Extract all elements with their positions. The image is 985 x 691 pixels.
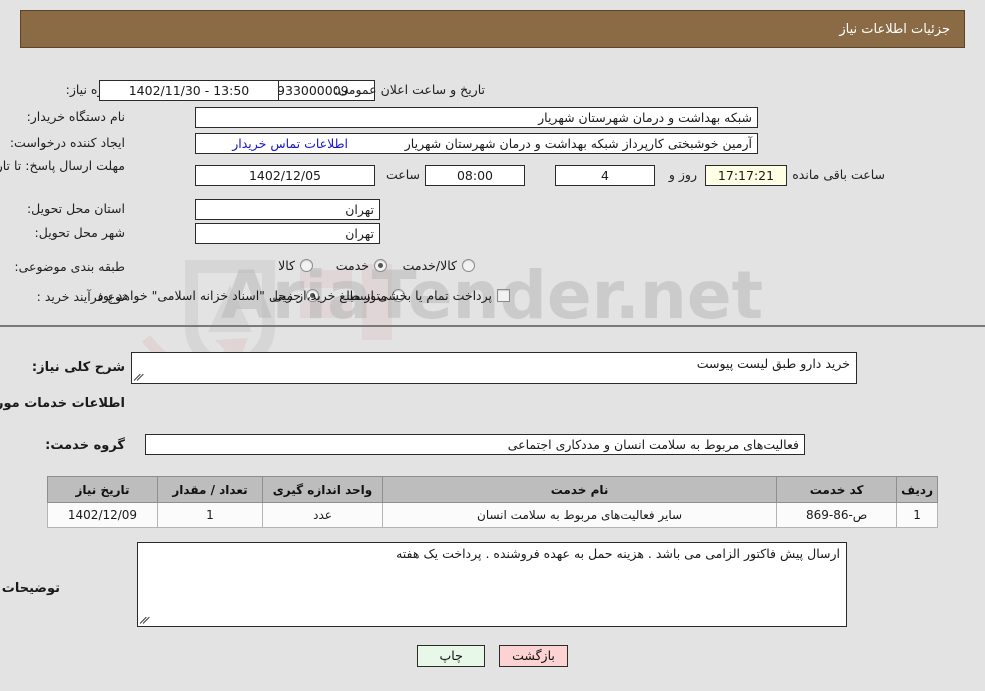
- remaining-days-value: 4: [555, 165, 655, 186]
- treasury-checkbox-label: پرداخت تمام یا بخشی از مبلغ خرید،از محل …: [93, 288, 492, 303]
- remaining-time-countdown: 17:17:21: [705, 165, 787, 186]
- buyer-notes-label: توضیحات خریدار:: [0, 581, 60, 596]
- services-section-heading: اطلاعات خدمات مورد نیاز: [0, 396, 125, 411]
- category-radio-service[interactable]: [374, 259, 387, 272]
- buyer-org-value: شبکه بهداشت و درمان شهرستان شهریار: [195, 107, 758, 128]
- delivery-province-label-wrap: استان محل تحویل:: [27, 201, 125, 216]
- column-header-quantity: تعداد / مقدار: [157, 476, 263, 503]
- resize-grip-icon: [133, 371, 145, 382]
- back-button[interactable]: بازگشت: [499, 645, 568, 667]
- delivery-city-label-wrap: شهر محل تحویل:: [35, 225, 125, 240]
- cell-name: سایر فعالیت‌های مربوط به سلامت انسان: [381, 502, 778, 528]
- print-button[interactable]: چاپ: [417, 645, 486, 667]
- deadline-date-value: 1402/12/05: [195, 165, 375, 186]
- resize-grip-icon: [139, 614, 151, 625]
- announce-datetime-label: تاریخ و ساعت اعلان عمومی:: [334, 82, 485, 97]
- need-summary-label: شرح کلی نیاز:: [31, 360, 125, 375]
- category-radio-goods-service[interactable]: [462, 259, 475, 272]
- table-row: 1 ص-86-869 سایر فعالیت‌های مربوط به سلام…: [47, 502, 938, 528]
- deadline-label: مهلت ارسال پاسخ: تا تاریخ:: [0, 158, 125, 173]
- column-header-code: کد خدمت: [776, 476, 898, 503]
- category-option-service-label: خدمت: [335, 258, 369, 273]
- window-title-bar: جزئیات اطلاعات نیاز: [20, 10, 965, 48]
- column-header-radif: ردیف: [896, 476, 938, 503]
- category-option-goods[interactable]: کالا: [271, 258, 313, 273]
- buyer-notes-value: ارسال پیش فاکتور الزامی می باشد . هزینه …: [396, 546, 840, 561]
- delivery-city-label: شهر محل تحویل:: [34, 225, 125, 240]
- need-info-panel: شماره نیاز: 1102091933000009 تاریخ و ساع…: [0, 62, 985, 327]
- buyer-notes-textarea[interactable]: ارسال پیش فاکتور الزامی می باشد . هزینه …: [137, 542, 847, 627]
- need-summary-textarea[interactable]: خرید دارو طبق لیست پیوست: [131, 352, 857, 384]
- service-group-label: گروه خدمت:: [45, 438, 125, 453]
- request-creator-label: ایجاد کننده درخواست:: [9, 135, 125, 150]
- buyer-org-label-wrap: نام دستگاه خریدار:: [27, 109, 125, 124]
- cell-radif: 1: [896, 502, 938, 528]
- services-table: ردیف کد خدمت نام خدمت واحد اندازه گیری ت…: [47, 476, 938, 528]
- buyer-contact-link[interactable]: اطلاعات تماس خریدار: [232, 136, 348, 151]
- cell-quantity: 1: [157, 502, 263, 528]
- need-summary-value: خرید دارو طبق لیست پیوست: [696, 356, 850, 371]
- remaining-time-label: ساعت باقی مانده: [792, 167, 885, 182]
- buyer-org-label: نام دستگاه خریدار:: [26, 109, 125, 124]
- category-option-goods-service-label: کالا/خدمت: [402, 258, 457, 273]
- column-header-date: تاریخ نیاز: [47, 476, 158, 503]
- cell-need-date: 1402/12/09: [47, 502, 158, 528]
- announce-datetime-value: 13:50 - 1402/11/30: [99, 80, 279, 101]
- action-button-bar: بازگشت چاپ: [0, 645, 985, 667]
- category-option-goods-service[interactable]: کالا/خدمت: [396, 258, 475, 273]
- cell-code: ص-86-869: [776, 502, 898, 528]
- delivery-province-value: تهران: [195, 199, 380, 220]
- delivery-city-value: تهران: [195, 223, 380, 244]
- announce-datetime-label-wrap: تاریخ و ساعت اعلان عمومی:: [334, 82, 485, 97]
- request-creator-label-wrap: ایجاد کننده درخواست:: [10, 135, 125, 150]
- page-title: جزئیات اطلاعات نیاز: [839, 21, 950, 37]
- treasury-checkbox-row[interactable]: پرداخت تمام یا بخشی از مبلغ خرید،از محل …: [86, 288, 510, 303]
- column-header-name: نام خدمت: [381, 476, 778, 503]
- category-radio-goods[interactable]: [300, 259, 313, 272]
- remaining-days-label: روز و: [668, 167, 697, 182]
- deadline-time-value: 08:00: [425, 165, 525, 186]
- category-label: طبقه بندی موضوعی:: [14, 259, 125, 274]
- column-header-unit: واحد اندازه گیری: [262, 476, 383, 503]
- table-header-row: ردیف کد خدمت نام خدمت واحد اندازه گیری ت…: [47, 476, 938, 503]
- category-option-service[interactable]: خدمت: [329, 258, 387, 273]
- deadline-label-wrap: مهلت ارسال پاسخ: تا تاریخ:: [0, 158, 125, 174]
- category-label-wrap: طبقه بندی موضوعی:: [14, 259, 125, 274]
- delivery-province-label: استان محل تحویل:: [26, 201, 125, 216]
- category-option-goods-label: کالا: [278, 258, 295, 273]
- cell-unit: عدد: [262, 502, 383, 528]
- page-root: AriaTender.net جزئیات اطلاعات نیاز شماره…: [0, 0, 985, 691]
- treasury-checkbox[interactable]: [497, 289, 510, 302]
- deadline-time-label: ساعت: [385, 167, 420, 182]
- service-group-value: فعالیت‌های مربوط به سلامت انسان و مددکار…: [145, 434, 805, 455]
